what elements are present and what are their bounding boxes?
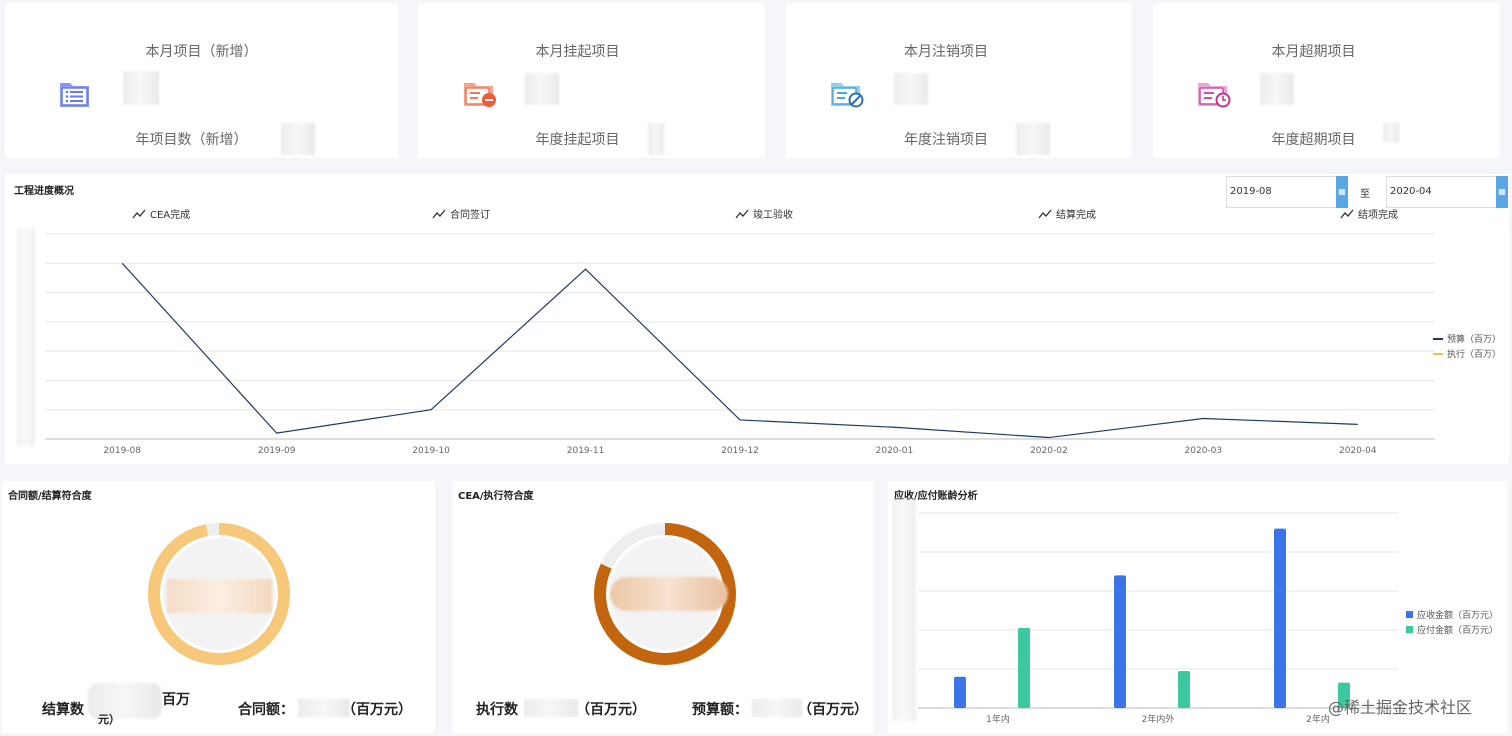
stat-year-label: 年度超期项目 — [1271, 132, 1356, 148]
watermark: @稀土掘金技术社区 — [1328, 698, 1473, 717]
progress-line-chart: 2019-08 2019-09 2019-10 2019-11 2019-12 2020-… — [45, 233, 1435, 456]
stat-year-label: 年度挂起项目 — [535, 132, 620, 148]
project-list-icon — [60, 83, 89, 107]
legend-label: 应付金额（百万元） — [1417, 626, 1499, 636]
bar — [1018, 628, 1030, 708]
x-tick-label: 2019-11 — [567, 446, 605, 456]
x-tick-label: 2年内外 — [1142, 713, 1175, 725]
folder-minus-icon — [464, 83, 496, 107]
stat-month-value-masked — [1260, 73, 1294, 105]
x-tick-label: 2020-02 — [1030, 446, 1068, 456]
stat-month-label: 本月超期项目 — [1271, 44, 1356, 60]
budget-unit: （百万元） — [798, 702, 868, 718]
folder-cancel-icon — [831, 83, 864, 108]
budget-value-masked — [752, 699, 802, 717]
stat-year-value-masked — [281, 123, 315, 155]
x-tick-label: 2019-09 — [258, 446, 296, 456]
stat-month-value-masked — [525, 73, 559, 105]
legend-budget: 预算（百万） — [1433, 332, 1501, 345]
contract-ratio-masked — [167, 579, 272, 613]
x-tick-label: 1年内 — [986, 713, 1010, 725]
x-tick-label: 2019-08 — [103, 446, 141, 456]
settle-unit-wrap: 元） — [98, 713, 120, 726]
cea-title: CEA/执行符合度 — [458, 491, 534, 502]
legend-exec: 执行（百万） — [1433, 347, 1501, 360]
bar — [1274, 528, 1286, 708]
stat-year-value-masked — [1383, 123, 1399, 143]
legend-label: 预算（百万） — [1447, 335, 1502, 345]
series-line — [121, 262, 1358, 439]
stat-card-overdue: 本月超期项目 年度超期项目 — [1153, 3, 1500, 158]
legend-label: 应收金额（百万元） — [1417, 611, 1499, 621]
x-tick-label: 2019-12 — [721, 446, 759, 456]
stat-card-suspended: 本月挂起项目 年度挂起项目 — [418, 3, 765, 158]
x-tick-label: 2020-01 — [876, 446, 914, 456]
stat-year-value-masked — [648, 123, 664, 155]
folder-clock-icon — [1198, 83, 1231, 108]
stat-month-value-masked — [123, 71, 159, 105]
bar — [954, 676, 966, 708]
stat-month-value-masked — [894, 73, 928, 105]
budget-label: 预算额： — [692, 702, 748, 718]
x-tick-label: 2020-03 — [1185, 446, 1223, 456]
exec-unit: （百万元） — [576, 702, 646, 718]
legend-receivable: 应收金额（百万元） — [1406, 608, 1498, 621]
legend-swatch — [1406, 626, 1413, 633]
stat-year-value-masked — [1016, 123, 1050, 155]
stat-month-label: 本月挂起项目 — [535, 44, 620, 60]
legend-swatch — [1433, 337, 1443, 340]
x-tick-label: 2年内 — [1306, 713, 1330, 725]
bar — [1114, 575, 1126, 708]
cea-panel: CEA/执行符合度 执行数 （百万元） 预算额： （百万元） — [452, 481, 874, 733]
exec-label: 执行数 — [476, 702, 518, 718]
x-tick-label: 2020-04 — [1339, 446, 1377, 456]
contract-title: 合同额/结算符合度 — [8, 491, 92, 502]
contract-amount-unit: （百万元） — [342, 702, 412, 718]
legend-label: 执行（百万） — [1447, 350, 1502, 360]
stat-year-label: 年度注销项目 — [904, 132, 988, 148]
settle-unit: 百万 — [162, 692, 190, 708]
x-tick-label: 2019-10 — [412, 446, 450, 456]
cea-ratio-masked — [610, 577, 728, 611]
legend-swatch — [1433, 352, 1443, 355]
stat-month-label: 本月项目（新增） — [145, 44, 258, 60]
contract-amount-label: 合同额： — [238, 702, 294, 718]
stat-card-new: 本月项目（新增） 年项目数（新增） — [5, 3, 398, 158]
legend-payable: 应付金额（百万元） — [1406, 623, 1498, 636]
stat-month-label: 本月注销项目 — [904, 44, 988, 60]
stat-year-label: 年项目数（新增） — [135, 132, 248, 148]
bar — [1178, 670, 1190, 708]
settle-label: 结算数 — [42, 702, 84, 718]
contract-panel: 合同额/结算符合度 结算数 百万 元） 合同额： （百万元） — [2, 481, 435, 733]
stat-card-cancelled: 本月注销项目 年度注销项目 — [786, 3, 1132, 158]
exec-value-masked — [524, 699, 578, 717]
progress-panel: 工程进度概况 2019-08 ▦ 至 2020-04 ▦ CEA完成 合同签订 … — [5, 174, 1509, 464]
legend-swatch — [1406, 611, 1413, 618]
